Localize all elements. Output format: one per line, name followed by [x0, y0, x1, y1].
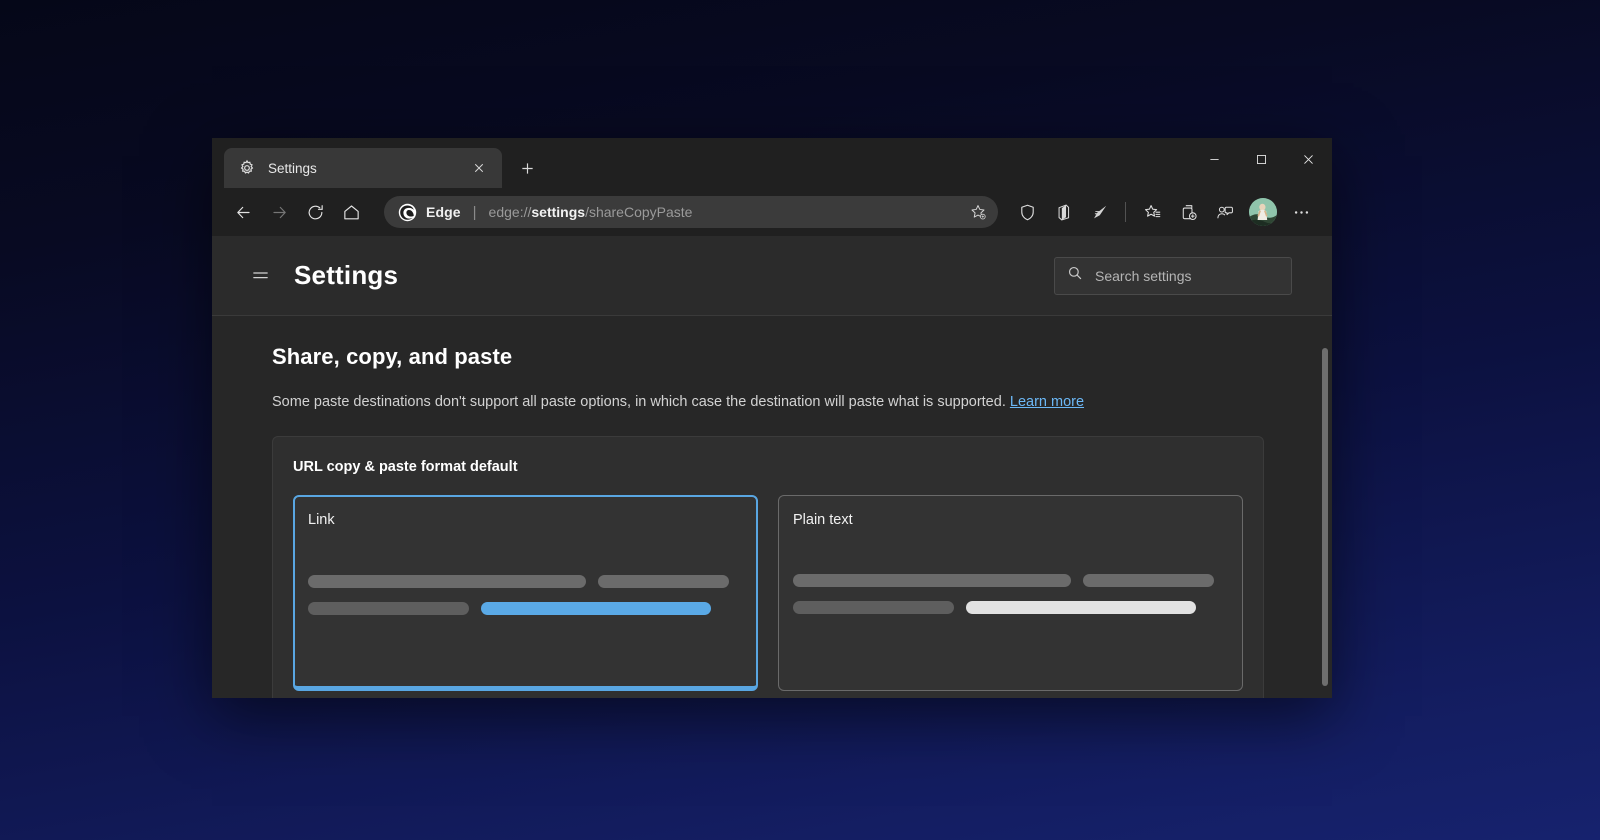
format-preview-link: [308, 575, 743, 629]
maximize-button[interactable]: [1238, 138, 1285, 180]
home-button[interactable]: [334, 195, 368, 229]
browser-toolbar: Edge | edge://settings/shareCopyPaste: [212, 188, 1332, 236]
settings-page: Settings Share, copy, and paste Some pas…: [212, 236, 1332, 698]
preview-bar: [793, 601, 954, 615]
preview-bar: [308, 575, 587, 589]
url-prefix: edge://: [488, 204, 532, 220]
editor-pen-icon[interactable]: [1082, 195, 1116, 229]
window-controls: [1191, 138, 1332, 180]
gear-icon: [238, 159, 256, 177]
format-preview-plain-text: [793, 574, 1228, 628]
favorites-icon[interactable]: [1135, 195, 1169, 229]
new-tab-button[interactable]: [510, 151, 544, 185]
browser-tab-settings[interactable]: Settings: [224, 148, 502, 188]
edge-brand-badge: Edge: [398, 203, 461, 222]
minimize-button[interactable]: [1191, 138, 1238, 180]
preview-bar-highlight: [480, 602, 712, 616]
preview-bar: [793, 574, 1072, 588]
tracking-prevention-icon[interactable]: [1010, 195, 1044, 229]
search-box[interactable]: [1054, 256, 1292, 295]
tab-title: Settings: [268, 160, 317, 176]
preview-row: [793, 574, 1228, 588]
collections-icon[interactable]: [1171, 195, 1205, 229]
learn-more-link[interactable]: Learn more: [1010, 394, 1084, 410]
section-description-text: Some paste destinations don't support al…: [272, 394, 1006, 410]
avatar[interactable]: [1249, 198, 1277, 226]
refresh-button[interactable]: [298, 195, 332, 229]
card-title: URL copy & paste format default: [293, 459, 518, 476]
search-icon: [1067, 265, 1083, 286]
preview-bar-highlight: [965, 601, 1197, 615]
browser-window: Settings Edge | edge://settings/shareCop…: [212, 138, 1332, 698]
section-description: Some paste destinations don't support al…: [272, 392, 1292, 412]
page-scrollbar[interactable]: [1318, 316, 1332, 698]
url-format-card: URL copy & paste format default Link Pla…: [272, 436, 1264, 698]
preview-row: [308, 575, 743, 589]
settings-and-more-button[interactable]: [1284, 195, 1318, 229]
preview-bar: [598, 575, 729, 589]
preview-row: [793, 601, 1228, 615]
edge-logo-icon: [398, 203, 417, 221]
search-input[interactable]: [1095, 267, 1281, 284]
scrollbar-thumb[interactable]: [1322, 348, 1328, 686]
omnibox-separator: |: [472, 203, 477, 221]
format-options: Link Plain text: [293, 495, 1243, 692]
close-window-button[interactable]: [1285, 138, 1332, 180]
preview-bar: [1083, 574, 1214, 588]
url-bold-segment: settings: [531, 204, 586, 220]
forward-button[interactable]: [262, 195, 296, 229]
url-suffix: /shareCopyPaste: [585, 204, 693, 220]
close-icon[interactable]: [466, 155, 492, 181]
page-title: Settings: [294, 260, 399, 290]
tab-strip: Settings: [212, 138, 1332, 188]
hamburger-menu-icon[interactable]: [242, 258, 278, 294]
settings-search: [1054, 256, 1292, 295]
address-bar[interactable]: Edge | edge://settings/shareCopyPaste: [384, 196, 998, 228]
add-favorite-icon[interactable]: [964, 198, 992, 226]
format-option-label: Plain text: [793, 512, 853, 529]
back-button[interactable]: [226, 195, 260, 229]
format-option-label: Link: [308, 512, 335, 529]
preview-bar: [308, 602, 469, 616]
edge-brand-label: Edge: [426, 204, 461, 220]
preview-row: [308, 602, 743, 616]
toolbar-divider: [1125, 202, 1126, 222]
section-heading: Share, copy, and paste: [272, 344, 513, 369]
office-icon[interactable]: [1046, 195, 1080, 229]
format-option-link[interactable]: Link: [293, 495, 758, 692]
format-option-plain-text[interactable]: Plain text: [778, 495, 1243, 692]
omnibox-url: edge://settings/shareCopyPaste: [489, 204, 958, 220]
browser-essentials-icon[interactable]: [1207, 195, 1241, 229]
settings-content: Share, copy, and paste Some paste destin…: [212, 316, 1332, 698]
settings-header: Settings: [212, 236, 1332, 316]
